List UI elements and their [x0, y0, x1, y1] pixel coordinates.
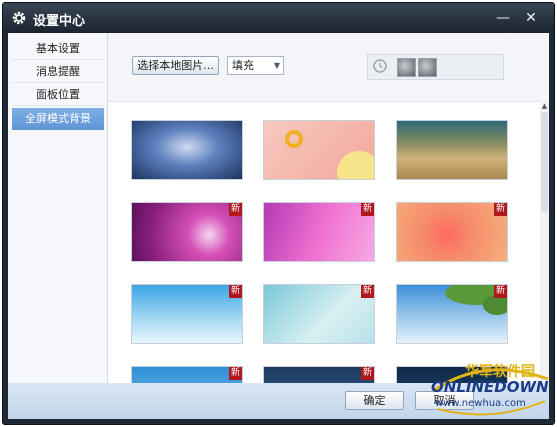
- wallpaper-thumbnail[interactable]: 新: [396, 281, 511, 344]
- ok-button[interactable]: 确定: [345, 391, 404, 410]
- recent-background-thumb[interactable]: [397, 58, 416, 77]
- new-badge: 新: [361, 367, 374, 380]
- recent-backgrounds: [367, 54, 504, 80]
- new-badge: 新: [229, 285, 242, 298]
- wallpaper-grid: 新 新 新 新 新 新 新 新: [108, 101, 538, 383]
- minimize-button[interactable]: —: [492, 8, 514, 28]
- sidebar-item-fullscreen-background[interactable]: 全屏模式背景: [12, 108, 104, 130]
- new-badge: 新: [361, 285, 374, 298]
- sidebar-item-notifications[interactable]: 消息提醒: [12, 62, 104, 83]
- settings-sidebar: 基本设置 消息提醒 面板位置 全屏模式背景: [8, 33, 108, 383]
- chevron-down-icon: ▼: [273, 61, 280, 70]
- watermark: 华军软件园 ONLINEDOWN www.newhua.com: [423, 361, 553, 421]
- wallpaper-thumbnail[interactable]: [396, 120, 508, 180]
- new-badge: 新: [494, 285, 507, 298]
- background-toolbar: 选择本地图片... 填充 ▼: [108, 33, 549, 102]
- wallpaper-thumbnail[interactable]: [131, 120, 243, 180]
- wallpaper-thumbnail[interactable]: 新: [396, 202, 508, 262]
- wallpaper-thumbnail[interactable]: 新: [131, 366, 243, 383]
- clock-icon: [373, 59, 387, 73]
- window-title: 设置中心: [33, 14, 86, 29]
- gear-icon: [12, 11, 26, 25]
- wallpaper-thumbnail[interactable]: 新: [263, 366, 375, 383]
- vertical-scrollbar[interactable]: ▲: [540, 101, 549, 383]
- scrollbar-thumb[interactable]: [541, 112, 548, 212]
- window-body: 基本设置 消息提醒 面板位置 全屏模式背景 选择本地图片... 填充 ▼ 新 新…: [8, 33, 549, 383]
- wallpaper-thumbnail[interactable]: 新: [263, 284, 375, 344]
- new-badge: 新: [494, 203, 507, 216]
- wallpaper-art: [445, 281, 511, 315]
- new-badge: 新: [229, 367, 242, 380]
- scroll-up-arrow-icon[interactable]: ▲: [540, 101, 549, 111]
- new-badge: 新: [229, 203, 242, 216]
- sidebar-item-panel-position[interactable]: 面板位置: [12, 85, 104, 106]
- wallpaper-thumbnail[interactable]: [263, 120, 381, 195]
- wallpaper-thumbnail[interactable]: 新: [263, 202, 375, 262]
- wallpaper-thumbnail[interactable]: 新: [131, 284, 243, 344]
- sidebar-item-basic[interactable]: 基本设置: [12, 39, 104, 60]
- new-badge: 新: [361, 203, 374, 216]
- watermark-url: www.newhua.com: [435, 398, 526, 409]
- title-bar: 设置中心 — ✕: [3, 3, 554, 33]
- close-button[interactable]: ✕: [520, 8, 542, 28]
- fill-mode-value: 填充: [232, 59, 254, 72]
- fill-mode-select[interactable]: 填充 ▼: [227, 56, 284, 75]
- settings-window: 设置中心 — ✕ 基本设置 消息提醒 面板位置 全屏模式背景 选择本地图片...…: [2, 2, 555, 425]
- background-settings-panel: 选择本地图片... 填充 ▼ 新 新 新 新 新 新 新 新 ▲: [108, 33, 549, 383]
- wallpaper-thumbnail[interactable]: 新: [131, 202, 243, 262]
- choose-local-image-button[interactable]: 选择本地图片...: [132, 56, 219, 75]
- wallpaper-art: [285, 130, 381, 195]
- watermark-en: ONLINEDOWN: [431, 378, 549, 396]
- recent-background-thumb[interactable]: [418, 58, 437, 77]
